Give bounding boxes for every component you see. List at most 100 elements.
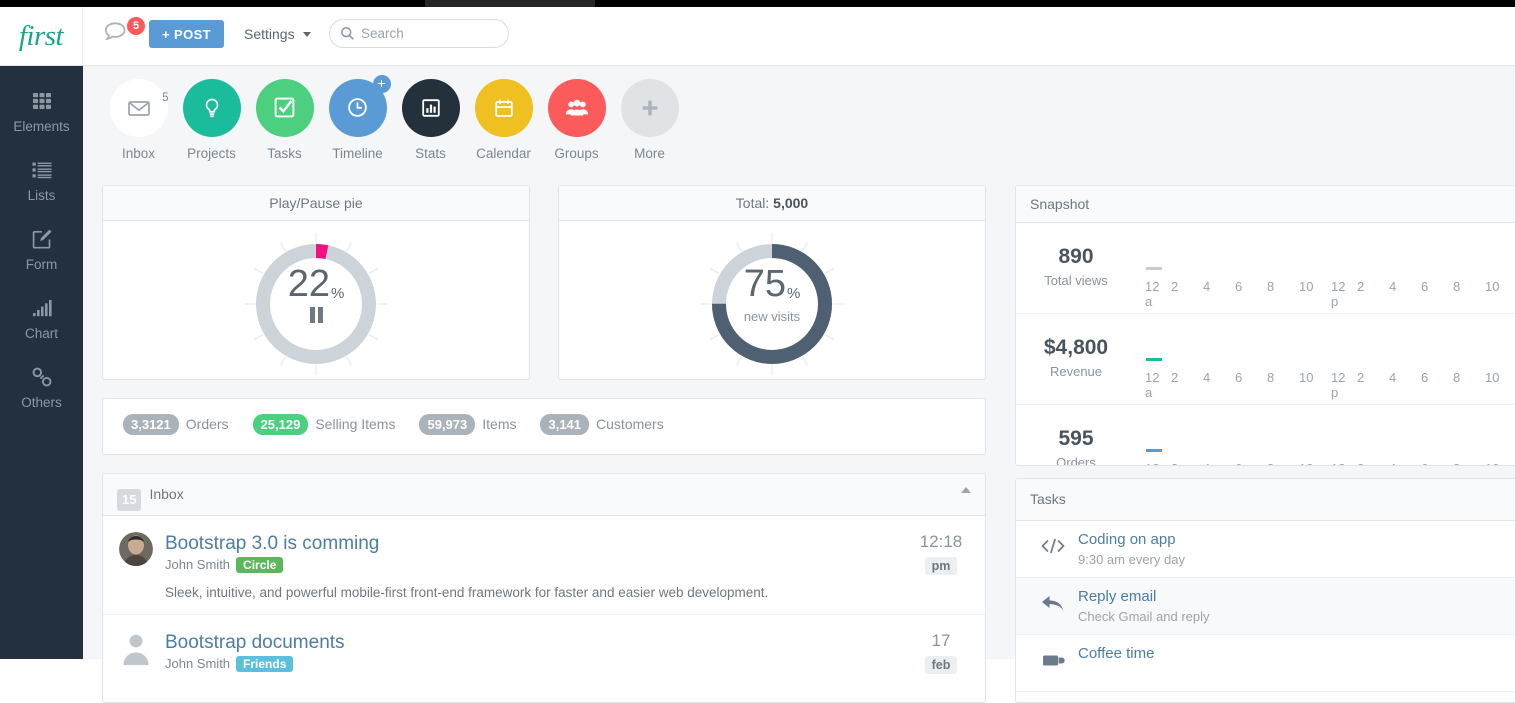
axis-tick: 4: [1203, 461, 1235, 466]
task-title[interactable]: Reply email: [1078, 588, 1156, 605]
task-title[interactable]: Coding on app: [1078, 531, 1176, 548]
snapshot-panel-title: Snapshot: [1016, 186, 1515, 223]
inbox-message-row[interactable]: Bootstrap documents John SmithFriends 17…: [103, 615, 985, 686]
plus-icon: [621, 79, 679, 137]
sidebar-item-form[interactable]: Form: [0, 214, 83, 283]
settings-menu[interactable]: Settings: [244, 26, 311, 42]
launcher-item-label: Projects: [175, 146, 248, 161]
launcher-item-timeline[interactable]: + Timeline: [321, 79, 394, 161]
snapshot-value: 890: [1016, 245, 1136, 269]
sparkline: [1146, 267, 1162, 270]
play-pause-panel: Play/Pause pie: [102, 185, 530, 380]
search-box[interactable]: [329, 19, 509, 48]
clock-icon: +: [329, 79, 387, 137]
axis-tick: 2: [1171, 461, 1203, 466]
chevron-up-icon[interactable]: [961, 487, 971, 493]
total-panel-title: Total: 5,000: [559, 186, 985, 221]
stat-label-customers: Customers: [596, 416, 664, 432]
snapshot-axis-labels: 12a24681012p246810: [1145, 461, 1515, 466]
search-input[interactable]: [361, 20, 501, 47]
form-icon: [0, 224, 83, 254]
notifications-button[interactable]: 5: [101, 19, 145, 55]
stat-label-orders: Orders: [186, 416, 229, 432]
notification-count-badge: 5: [127, 17, 145, 35]
message-time: 12:18 pm: [911, 532, 971, 575]
quick-launcher: 5 Inbox Projects Tasks + Timeline: [102, 79, 686, 184]
launcher-item-label: Groups: [540, 146, 613, 161]
axis-tick: 8: [1267, 279, 1299, 294]
sidebar-item-lists[interactable]: Lists: [0, 145, 83, 214]
sidebar-item-others[interactable]: Others: [0, 352, 83, 421]
axis-tick: 2: [1357, 279, 1389, 294]
message-tag: Friends: [236, 656, 293, 672]
axis-tick: 12p: [1331, 461, 1357, 466]
axis-tick: 12p: [1331, 370, 1357, 400]
launcher-item-projects[interactable]: Projects: [175, 79, 248, 161]
stat-badge-selling-items: 25,129: [253, 414, 309, 435]
launcher-item-calendar[interactable]: Calendar: [467, 79, 540, 161]
snapshot-label: Total views: [1016, 273, 1136, 288]
inbox-count-badge: 15: [117, 489, 141, 511]
task-row[interactable]: Reply email Check Gmail and reply: [1016, 578, 1515, 635]
total-panel: Total: 5,000: [558, 185, 986, 380]
launcher-item-label: Stats: [394, 146, 467, 161]
axis-tick: 8: [1453, 279, 1485, 294]
add-icon[interactable]: +: [373, 75, 391, 93]
axis-tick: 10: [1299, 461, 1331, 466]
calendar-icon: [475, 79, 533, 137]
launcher-item-groups[interactable]: Groups: [540, 79, 613, 161]
main-content: 5 Inbox Projects Tasks + Timeline: [83, 66, 1515, 659]
axis-tick: 4: [1203, 279, 1235, 294]
snapshot-label: Revenue: [1016, 364, 1136, 379]
snapshot-sparkline-chart: 12a24681012p246810: [1138, 241, 1515, 301]
snapshot-sparkline-chart: 12a24681012p246810: [1138, 423, 1515, 466]
sidebar-item-label: Others: [0, 394, 83, 412]
task-title[interactable]: Coffee time: [1078, 645, 1154, 662]
task-subtitle: 9:30 am every day: [1078, 552, 1185, 567]
axis-tick: 6: [1421, 370, 1453, 385]
launcher-item-inbox[interactable]: 5 Inbox: [102, 79, 175, 161]
snapshot-axis-labels: 12a24681012p246810: [1145, 279, 1515, 309]
new-visits-sublabel: new visits: [559, 309, 985, 324]
task-row[interactable]: Coffee time: [1016, 635, 1515, 692]
envelope-icon: 5: [110, 79, 168, 137]
axis-tick: 12a: [1145, 279, 1171, 309]
launcher-item-label: More: [613, 146, 686, 161]
axis-tick: 6: [1235, 461, 1267, 466]
task-subtitle: Check Gmail and reply: [1078, 609, 1210, 624]
message-body: Sleek, intuitive, and powerful mobile-fi…: [165, 585, 895, 600]
sidebar-item-label: Lists: [0, 187, 83, 205]
post-button-label: POST: [174, 27, 211, 42]
play-pause-value: 22%: [103, 265, 529, 313]
inbox-panel: 15Inbox Bootstrap 3.0 is comming John Sm…: [102, 473, 986, 703]
post-button[interactable]: + POST: [149, 20, 224, 48]
stats-strip: 3,3121Orders25,129Selling Items59,973Ite…: [102, 398, 986, 455]
coffee-icon: [1036, 650, 1070, 675]
axis-tick: 6: [1235, 279, 1267, 294]
message-author: John Smith: [165, 656, 230, 671]
snapshot-panel: Snapshot 890 Total views 12a24681012p246…: [1015, 185, 1515, 466]
axis-tick: 4: [1203, 370, 1235, 385]
axis-tick: 12a: [1145, 461, 1171, 466]
message-title[interactable]: Bootstrap documents: [165, 631, 895, 654]
people-icon: [548, 79, 606, 137]
task-row[interactable]: Coding on app 9:30 am every day: [1016, 521, 1515, 578]
sidebar-item-chart[interactable]: Chart: [0, 283, 83, 352]
stat-badge-items: 59,973: [419, 414, 475, 435]
axis-tick: 6: [1421, 461, 1453, 466]
axis-tick: 10: [1485, 461, 1515, 466]
sidebar: Dashboard Elements Lists Form Chart Othe…: [0, 7, 83, 659]
plus-icon: +: [162, 27, 170, 42]
axis-tick: 12p: [1331, 279, 1357, 309]
stat-badge-orders: 3,3121: [123, 414, 179, 435]
inbox-message-row[interactable]: Bootstrap 3.0 is comming John SmithCircl…: [103, 516, 985, 615]
tasks-panel-title: Tasks: [1016, 479, 1515, 521]
snapshot-row-revenue: $4,800 Revenue 12a24681012p246810: [1016, 314, 1515, 405]
avatar: [119, 532, 153, 566]
launcher-item-stats[interactable]: Stats: [394, 79, 467, 161]
message-title[interactable]: Bootstrap 3.0 is comming: [165, 532, 895, 555]
launcher-item-tasks[interactable]: Tasks: [248, 79, 321, 161]
launcher-item-more[interactable]: More: [613, 79, 686, 161]
sidebar-item-elements[interactable]: Elements: [0, 76, 83, 145]
brand-logo[interactable]: first: [0, 7, 83, 66]
